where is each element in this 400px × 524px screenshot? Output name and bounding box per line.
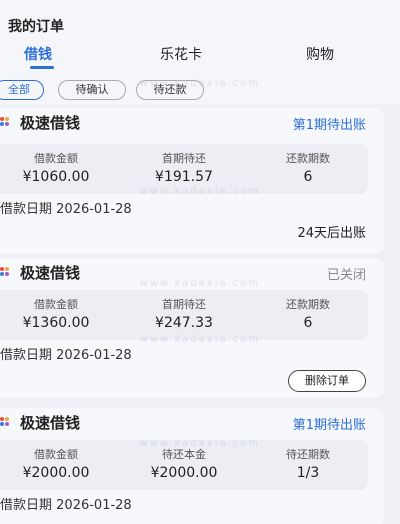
order-stats: 借款金额 ¥2000.00 待还本金 ¥2000.00 待还期数 1/3 <box>0 440 368 490</box>
product-name: 极速借钱 <box>20 114 81 132</box>
stat-loan-amount: 借款金额 ¥2000.00 <box>22 448 90 481</box>
stat-installments: 还款期数 6 <box>286 152 330 185</box>
order-card[interactable]: 极速借钱 第1期待出账 借款金额 ¥1060.00 首期待还 ¥191.57 还… <box>0 108 384 254</box>
stat-installments: 还款期数 6 <box>286 298 330 331</box>
order-stats: 借款金额 ¥1060.00 首期待还 ¥191.57 还款期数 6 <box>0 144 368 194</box>
order-card[interactable]: 极速借钱 第1期待出账 借款金额 ¥2000.00 待还本金 ¥2000.00 … <box>0 408 384 524</box>
stat-loan-amount: 借款金额 ¥1360.00 <box>22 298 90 331</box>
status-filters: 全部 待确认 待还款 <box>0 74 400 104</box>
loan-date-row: 借款日期 2026-01-28 <box>0 198 132 217</box>
stat-installments-due: 待还期数 1/3 <box>286 448 330 481</box>
order-card[interactable]: 极速借钱 已关闭 借款金额 ¥1360.00 首期待还 ¥247.33 还款期数… <box>0 258 384 398</box>
page-title: 我的订单 <box>8 19 64 35</box>
order-stats: 借款金额 ¥1360.00 首期待还 ¥247.33 还款期数 6 <box>0 290 368 340</box>
loan-date-label: 借款日期 <box>0 202 53 217</box>
filter-pending-confirm[interactable]: 待确认 <box>58 80 126 100</box>
loan-date-row: 借款日期 2026-01-28 <box>0 344 132 363</box>
stat-principal-due: 待还本金 ¥2000.00 <box>150 448 218 481</box>
stat-first-installment: 首期待还 ¥191.57 <box>155 152 213 185</box>
order-type-tabs: 借钱 乐花卡 购物 <box>0 36 400 74</box>
app-logo-icon <box>0 267 10 277</box>
product-name: 极速借钱 <box>20 264 81 282</box>
tab-shopping[interactable]: 购物 <box>306 44 334 64</box>
app-logo-icon <box>0 117 10 127</box>
loan-date-row: 借款日期 2026-01-28 <box>0 494 132 513</box>
loan-date-label: 借款日期 <box>0 348 53 363</box>
delete-order-button[interactable]: 删除订单 <box>288 370 366 392</box>
bill-note: 24天后出账 <box>297 226 366 241</box>
top-bar: 我的订单 <box>0 0 400 36</box>
filter-pending-repay[interactable]: 待还款 <box>136 80 204 100</box>
app-logo-icon <box>0 417 10 427</box>
loan-date: 2026-01-28 <box>56 498 132 513</box>
stat-loan-amount: 借款金额 ¥1060.00 <box>22 152 90 185</box>
filter-all[interactable]: 全部 <box>0 80 44 100</box>
order-status: 第1期待出账 <box>292 418 366 433</box>
loan-date: 2026-01-28 <box>56 202 132 217</box>
loan-date-label: 借款日期 <box>0 498 53 513</box>
tab-lehua-card[interactable]: 乐花卡 <box>160 44 202 64</box>
order-status: 第1期待出账 <box>292 118 366 133</box>
order-status: 已关闭 <box>326 268 366 283</box>
stat-first-installment: 首期待还 ¥247.33 <box>155 298 213 331</box>
product-name: 极速借钱 <box>20 414 81 432</box>
loan-date: 2026-01-28 <box>56 348 132 363</box>
tab-borrow[interactable]: 借钱 <box>24 44 52 64</box>
active-tab-indicator <box>30 66 54 69</box>
